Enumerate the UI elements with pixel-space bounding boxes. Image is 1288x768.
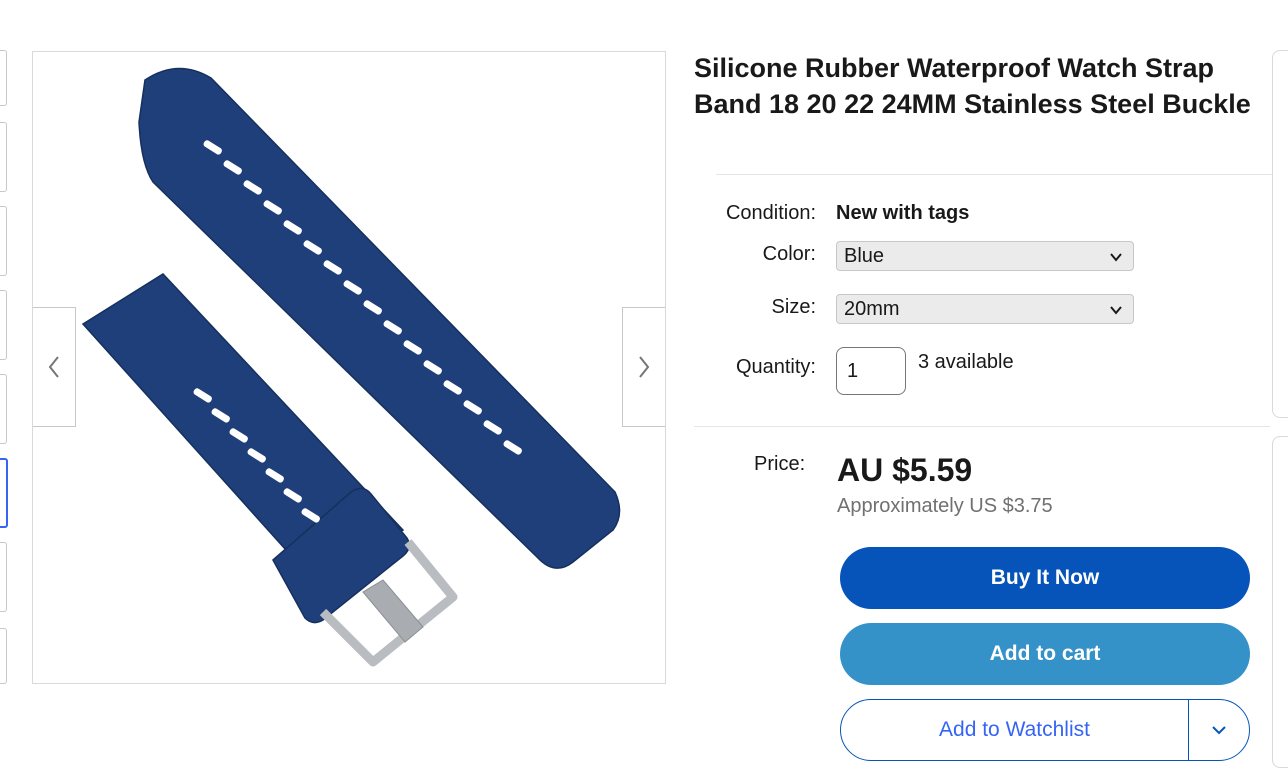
chevron-right-icon <box>639 356 650 378</box>
previous-image-button[interactable] <box>33 307 76 427</box>
thumbnail-5[interactable] <box>0 374 7 444</box>
size-label: Size: <box>771 296 816 318</box>
chevron-down-icon <box>1110 306 1122 315</box>
condition-value: New with tags <box>836 202 970 224</box>
size-selected-value: 20mm <box>844 297 900 320</box>
price-value: AU $5.59 <box>837 452 973 488</box>
quantity-input[interactable] <box>836 347 906 395</box>
color-label: Color: <box>762 243 816 265</box>
thumbnail-6-selected[interactable] <box>0 458 8 528</box>
buy-it-now-button[interactable]: Buy It Now <box>840 547 1250 609</box>
watch-strap-image <box>81 67 621 667</box>
color-select[interactable]: Blue <box>836 241 1134 271</box>
title-divider <box>716 174 1272 175</box>
available-count: 3 available <box>918 351 1014 373</box>
thumbnail-4[interactable] <box>0 290 7 360</box>
quantity-label: Quantity: <box>735 356 816 378</box>
right-side-panel-top <box>1272 50 1288 418</box>
thumbnail-8[interactable] <box>0 628 7 684</box>
price-label: Price: <box>754 453 806 475</box>
size-select[interactable]: 20mm <box>836 294 1134 324</box>
color-selected-value: Blue <box>844 244 885 267</box>
chevron-down-icon <box>1212 726 1226 735</box>
right-side-panel-bottom <box>1272 436 1288 768</box>
thumbnail-3[interactable] <box>0 206 7 276</box>
product-title: Silicone Rubber Waterproof Watch Strap B… <box>694 53 1251 119</box>
watchlist-dropdown-button[interactable] <box>1189 700 1249 760</box>
main-product-image[interactable] <box>32 51 666 684</box>
chevron-left-icon <box>48 356 59 378</box>
details-divider <box>694 426 1270 427</box>
thumbnail-1[interactable] <box>0 50 7 106</box>
breadcrumb-fragment <box>240 0 640 4</box>
thumbnail-7[interactable] <box>0 542 7 612</box>
add-to-cart-button[interactable]: Add to cart <box>840 623 1250 685</box>
add-to-watchlist-button[interactable]: Add to Watchlist <box>841 700 1188 760</box>
thumbnail-2[interactable] <box>0 122 7 192</box>
watchlist-button-group: Add to Watchlist <box>840 699 1250 761</box>
next-image-button[interactable] <box>622 307 665 427</box>
chevron-down-icon <box>1110 253 1122 262</box>
approx-price: Approximately US $3.75 <box>837 495 1053 517</box>
condition-label: Condition: <box>725 202 816 224</box>
